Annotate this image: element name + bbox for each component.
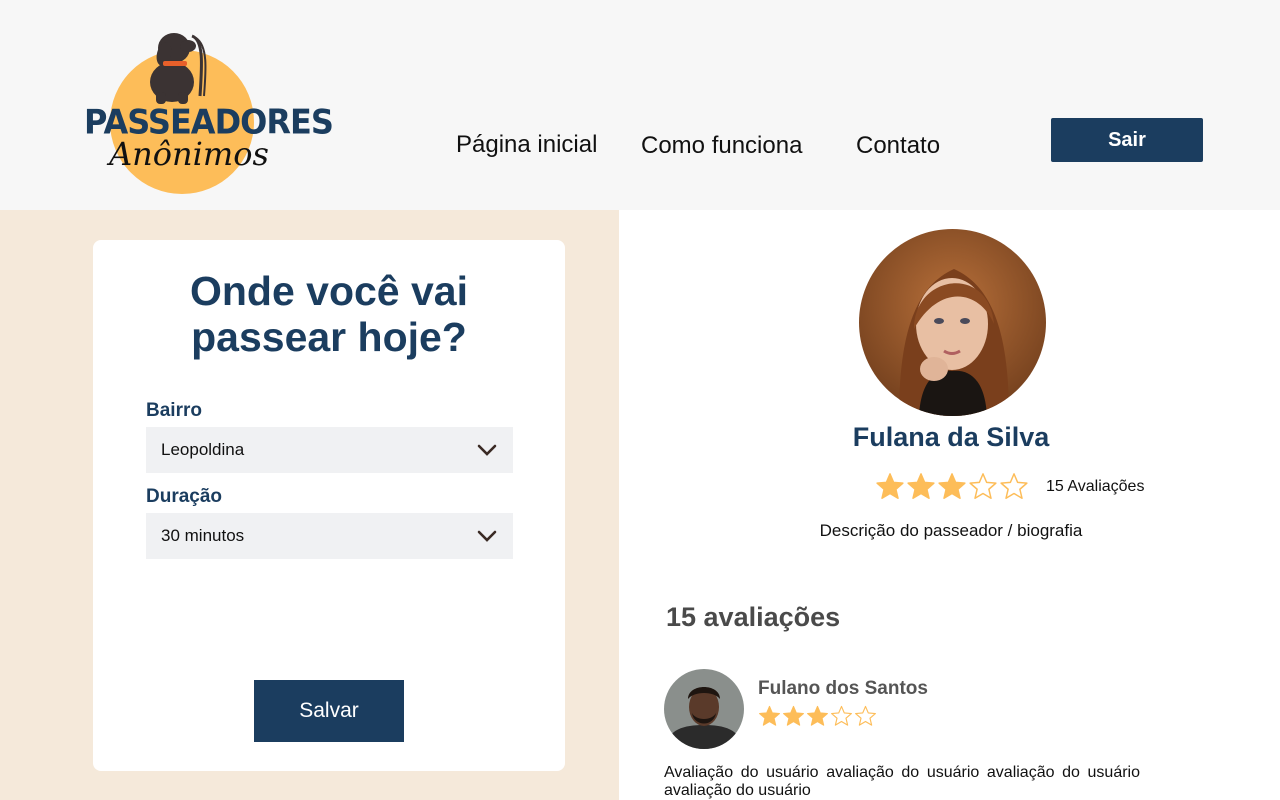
star-empty-icon: [1000, 473, 1028, 499]
form-title-line-2: passear hoje?: [191, 314, 467, 360]
star-filled-icon: [938, 473, 966, 499]
form-title: Onde você vai passear hoje?: [93, 268, 565, 360]
reviewer-name: Fulano dos Santos: [758, 678, 928, 699]
nav-link-home[interactable]: Página inicial: [456, 131, 597, 159]
star-filled-icon: [759, 705, 780, 726]
walker-rating: 15 Avaliações: [875, 472, 1144, 502]
logo-subtitle: Anônimos: [109, 135, 269, 173]
reviewer-avatar: [664, 669, 744, 749]
neighborhood-select[interactable]: Leopoldina: [146, 427, 513, 473]
review-rating-stars: [758, 705, 878, 728]
nav-link-how-it-works[interactable]: Como funciona: [641, 132, 802, 160]
logo[interactable]: PASSEADORES Anônimos: [84, 26, 334, 196]
nav-link-contact[interactable]: Contato: [856, 132, 940, 160]
neighborhood-select-value: Leopoldina: [161, 440, 245, 459]
star-filled-icon: [907, 473, 935, 499]
star-empty-icon: [831, 705, 852, 726]
search-card: Onde você vai passear hoje? Bairro Leopo…: [93, 240, 565, 771]
star-filled-icon: [807, 705, 828, 726]
walker-name: Fulana da Silva: [852, 422, 1050, 452]
review-text: Avaliação do usuário avaliação do usuári…: [664, 764, 1140, 799]
duration-label: Duração: [146, 486, 223, 507]
star-empty-icon: [969, 473, 997, 499]
reviews-title: 15 avaliações: [666, 602, 841, 632]
logout-button[interactable]: Sair: [1051, 118, 1203, 162]
walker-bio: Descrição do passeador / biografia: [819, 521, 1083, 540]
chevron-down-icon: [477, 530, 497, 542]
dog-with-leash-icon: [150, 33, 207, 104]
save-button[interactable]: Salvar: [254, 680, 404, 742]
header: PASSEADORES Anônimos Página inicial Como…: [0, 0, 1280, 210]
star-filled-icon: [876, 473, 904, 499]
form-title-line-1: Onde você vai: [189, 268, 468, 314]
star-filled-icon: [783, 705, 804, 726]
chevron-down-icon: [477, 444, 497, 456]
search-panel: Onde você vai passear hoje? Bairro Leopo…: [0, 210, 619, 800]
neighborhood-label: Bairro: [146, 400, 202, 421]
duration-select-value: 30 minutos: [161, 526, 245, 545]
walker-avatar: [859, 229, 1046, 416]
duration-select[interactable]: 30 minutos: [146, 513, 513, 559]
logo-title: PASSEADORES: [84, 102, 334, 142]
rating-stars: [875, 472, 1030, 502]
rating-count[interactable]: 15 Avaliações: [1046, 478, 1144, 496]
star-empty-icon: [855, 705, 876, 726]
